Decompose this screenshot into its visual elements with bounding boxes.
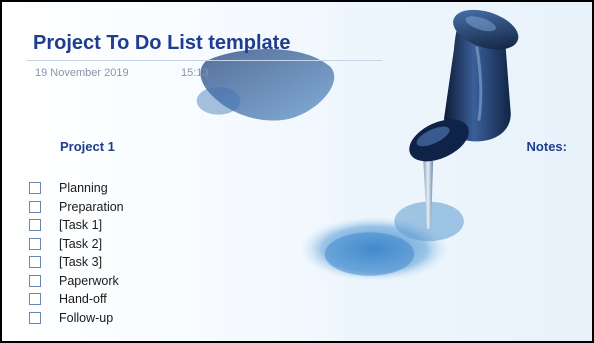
task-checkbox[interactable] <box>29 311 41 324</box>
task-label[interactable]: Hand-off <box>59 292 107 306</box>
task-checkbox[interactable] <box>29 274 41 287</box>
task-item-task-2: [Task 2] <box>29 235 124 254</box>
page-time: 15:13 <box>181 67 209 79</box>
task-label[interactable]: [Task 3] <box>59 255 102 269</box>
task-list: Planning Preparation [Task 1] [Task 2] [… <box>29 179 124 327</box>
task-label[interactable]: Follow-up <box>59 311 113 325</box>
task-checkbox[interactable] <box>29 182 41 195</box>
task-item-task-3: [Task 3] <box>29 253 124 272</box>
onenote-page: Project To Do List template 19 November … <box>0 0 594 343</box>
task-label[interactable]: [Task 1] <box>59 218 102 232</box>
task-item-task-1: [Task 1] <box>29 216 124 235</box>
task-item-preparation: Preparation <box>29 198 124 217</box>
task-label[interactable]: Paperwork <box>59 274 119 288</box>
task-checkbox[interactable] <box>29 293 41 306</box>
task-item-planning: Planning <box>29 179 124 198</box>
page-title[interactable]: Project To Do List template <box>33 32 290 55</box>
task-label[interactable]: Preparation <box>59 200 124 214</box>
task-item-hand-off: Hand-off <box>29 290 124 309</box>
notes-heading[interactable]: Notes: <box>527 139 567 154</box>
task-checkbox[interactable] <box>29 200 41 213</box>
task-checkbox[interactable] <box>29 237 41 250</box>
task-label[interactable]: [Task 2] <box>59 237 102 251</box>
task-label[interactable]: Planning <box>59 181 108 195</box>
task-checkbox[interactable] <box>29 256 41 269</box>
task-item-paperwork: Paperwork <box>29 272 124 291</box>
page-date: 19 November 2019 <box>35 67 129 79</box>
project-heading[interactable]: Project 1 <box>60 139 115 154</box>
task-checkbox[interactable] <box>29 219 41 232</box>
title-divider <box>26 60 382 61</box>
task-item-follow-up: Follow-up <box>29 309 124 328</box>
